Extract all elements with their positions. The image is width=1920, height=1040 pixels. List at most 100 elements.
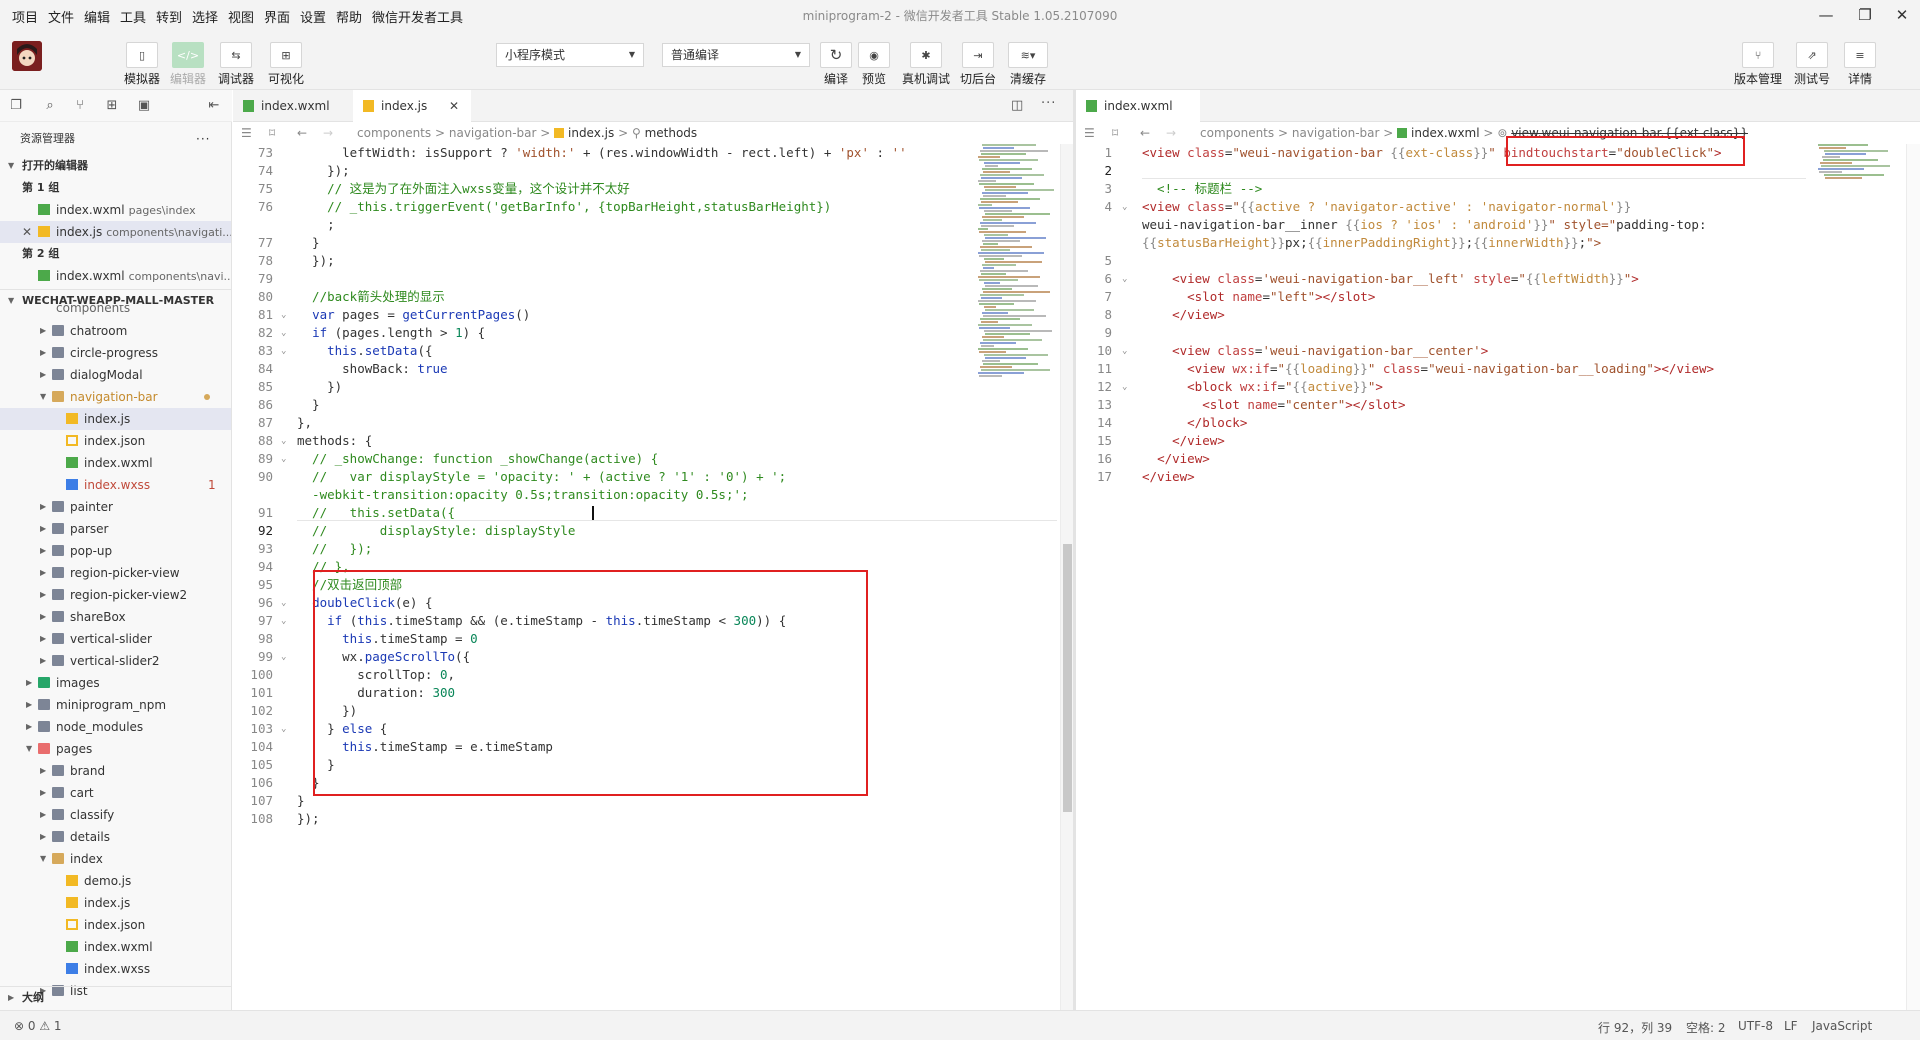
menu-item-help[interactable]: 帮助 [336,7,362,26]
breadcrumb-item[interactable]: index.wxml [1411,126,1480,140]
indentation[interactable]: 空格: 2 [1686,1019,1726,1036]
fold-chevron-icon[interactable]: ⌄ [281,324,286,342]
open-editor-item[interactable]: ✕ index.js components\navigati... [0,221,231,243]
language-mode[interactable]: JavaScript [1812,1019,1872,1033]
tree-file[interactable]: index.json [0,914,231,936]
fold-chevron-icon[interactable]: ⌄ [1122,342,1127,360]
simulator-button[interactable]: ▯ [126,42,158,68]
tree-folder[interactable]: ▶ classify [0,804,231,826]
breadcrumb-item[interactable]: index.js [568,126,614,140]
line-number[interactable]: 97 [233,612,273,630]
tree-folder[interactable]: ▶ cart [0,782,231,804]
line-number[interactable]: 86 [233,396,273,414]
line-number[interactable]: 76 [233,198,273,216]
line-number[interactable]: 91 [233,504,273,522]
menu-item-goto[interactable]: 转到 [156,7,182,26]
line-number[interactable]: 98 [233,630,273,648]
backstage-button[interactable]: ⇥ [962,42,994,68]
line-number[interactable]: 10 [1076,342,1112,360]
extensions-icon[interactable]: ⊞ [104,98,120,114]
tree-file[interactable]: demo.js [0,870,231,892]
line-number[interactable]: 83 [233,342,273,360]
tree-folder[interactable]: ▶ miniprogram_npm [0,694,231,716]
fold-chevron-icon[interactable]: ⌄ [1122,270,1127,288]
tree-folder[interactable]: ▶ vertical-slider2 [0,650,231,672]
debug-icon[interactable]: ▣ [136,98,152,114]
tree-folder[interactable]: ▶ parser [0,518,231,540]
close-icon[interactable]: ✕ [449,90,459,122]
scrollbar-right[interactable] [1906,144,1920,1010]
tree-folder[interactable]: ▼ pages [0,738,231,760]
scrollbar-thumb[interactable] [1063,544,1072,812]
problems-indicator[interactable]: ⊗ 0 ⚠ 1 [14,1019,62,1033]
breadcrumb-item[interactable]: components [357,126,431,140]
editor-button[interactable]: </> [172,42,204,68]
encoding[interactable]: UTF-8 [1738,1019,1773,1033]
tree-file[interactable]: index.js [0,408,231,430]
breadcrumb-item[interactable]: components [1200,126,1274,140]
tree-file[interactable]: index.js [0,892,231,914]
line-number[interactable]: 75 [233,180,273,198]
line-number[interactable]: 103 [233,720,273,738]
compile-mode-select[interactable]: 普通编译 ▼ [662,43,810,67]
tree-file[interactable]: index.wxss [0,958,231,980]
tree-folder[interactable]: ▶ pop-up [0,540,231,562]
line-number[interactable]: 15 [1076,432,1112,450]
tree-folder[interactable]: ▶ shareBox [0,606,231,628]
line-number[interactable]: 84 [233,360,273,378]
maximize-icon[interactable]: ❐ [1847,3,1883,27]
menu-item-view[interactable]: 视图 [228,7,254,26]
line-number[interactable]: 16 [1076,450,1112,468]
tree-item-components[interactable]: components [0,305,231,317]
line-number[interactable]: 5 [1076,252,1112,270]
avatar[interactable] [12,41,42,71]
preview-button[interactable]: ◉ [858,42,890,68]
minimap-left[interactable] [974,144,1056,384]
line-number[interactable]: 88 [233,432,273,450]
line-number[interactable]: 4 [1076,198,1112,216]
code-editor-right[interactable]: 1 <view class="weui-navigation-bar {{ext-… [1076,144,1808,1010]
line-number[interactable]: 105 [233,756,273,774]
compile-button[interactable]: ↻ [820,42,852,68]
fold-chevron-icon[interactable]: ⌄ [281,432,286,450]
breadcrumb-item[interactable]: navigation-bar [1292,126,1380,140]
line-number[interactable]: 14 [1076,414,1112,432]
open-editor-item[interactable]: index.wxml components\navi... [0,265,231,287]
minimize-icon[interactable]: — [1808,3,1844,27]
menu-item-edit[interactable]: 编辑 [84,7,110,26]
line-number[interactable]: 82 [233,324,273,342]
line-number[interactable]: 92 [233,522,273,540]
line-number[interactable]: 8 [1076,306,1112,324]
fold-chevron-icon[interactable]: ⌄ [281,720,286,738]
line-number[interactable]: 11 [1076,360,1112,378]
tree-folder[interactable]: ▶ brand [0,760,231,782]
line-number[interactable]: 13 [1076,396,1112,414]
tree-folder[interactable]: ▶ images [0,672,231,694]
mode-select[interactable]: 小程序模式 ▼ [496,43,644,67]
line-number[interactable]: 99 [233,648,273,666]
line-number[interactable]: 80 [233,288,273,306]
menu-item-tools[interactable]: 工具 [120,7,146,26]
menu-item-file[interactable]: 文件 [48,7,74,26]
line-number[interactable]: 96 [233,594,273,612]
line-number[interactable]: 3 [1076,180,1112,198]
minimap-right[interactable] [1814,144,1896,184]
tree-folder[interactable]: ▶ node_modules [0,716,231,738]
line-number[interactable]: 101 [233,684,273,702]
fold-chevron-icon[interactable]: ⌄ [281,612,286,630]
debugger-button[interactable]: ⇆ [220,42,252,68]
line-number[interactable]: 89 [233,450,273,468]
line-number[interactable]: 95 [233,576,273,594]
fold-chevron-icon[interactable]: ⌄ [281,306,286,324]
forward-arrow-icon[interactable]: → [323,122,333,144]
line-number[interactable]: 107 [233,792,273,810]
tree-folder[interactable]: ▶ painter [0,496,231,518]
line-number[interactable]: 100 [233,666,273,684]
line-number[interactable]: 87 [233,414,273,432]
real-debug-button[interactable]: ✱ [910,42,942,68]
close-icon[interactable]: ✕ [22,221,32,243]
open-editor-item[interactable]: index.wxml pages\index [0,199,231,221]
more-icon[interactable]: ··· [196,128,210,150]
line-number[interactable]: 2 [1076,162,1112,180]
line-number[interactable]: 12 [1076,378,1112,396]
